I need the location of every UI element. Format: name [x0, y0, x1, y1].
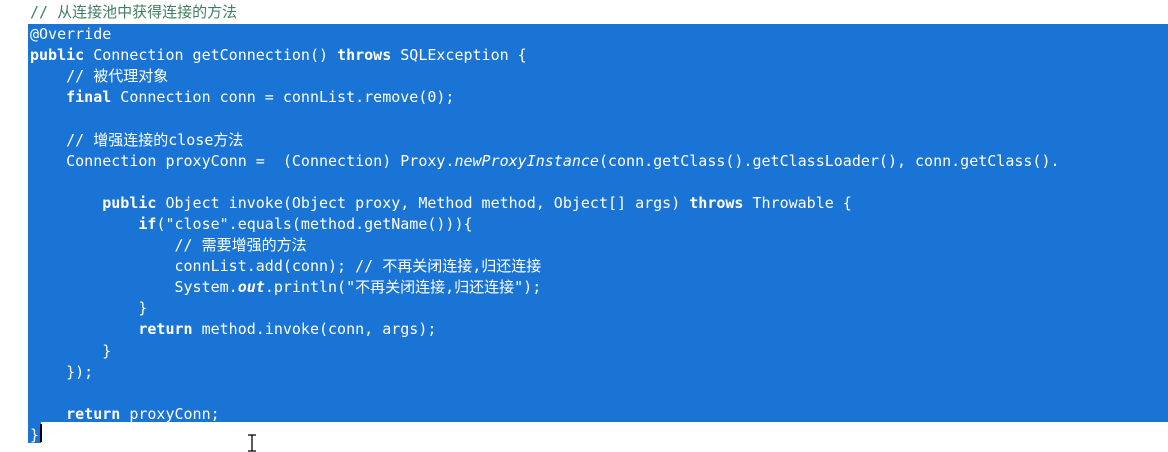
- code-token: // 需要增强的方法: [30, 236, 307, 254]
- code-token: return: [66, 404, 121, 423]
- code-line: }: [30, 298, 147, 319]
- code-token: newProxyInstance: [454, 151, 599, 170]
- code-line: System.out.println("不再关闭连接,归还连接");: [30, 277, 541, 298]
- code-token: System.: [30, 278, 238, 297]
- code-token: public: [102, 193, 157, 212]
- code-token: .println("不再关闭连接,归还连接");: [264, 278, 542, 297]
- code-line: Connection proxyConn = (Connection) Prox…: [30, 151, 1060, 172]
- code-line: public Object invoke(Object proxy, Metho…: [30, 193, 852, 214]
- code-token: }: [30, 425, 40, 444]
- code-line: final Connection conn = connList.remove(…: [30, 87, 454, 108]
- code-line: // 被代理对象: [30, 66, 168, 87]
- code-line: return method.invoke(conn, args);: [30, 319, 436, 340]
- code-token: throws: [337, 46, 392, 65]
- code-token: method.invoke(conn, args);: [192, 320, 437, 339]
- header-comment-line: // 从连接池中获得连接的方法: [30, 3, 238, 21]
- code-token: });: [30, 362, 94, 381]
- code-token: proxyConn;: [120, 404, 220, 423]
- code-token: Connection getConnection(): [84, 46, 338, 65]
- code-token: Throwable {: [743, 193, 852, 212]
- code-line: // 需要增强的方法: [30, 235, 307, 256]
- code-editor[interactable]: // 从连接池中获得连接的方法 @Override public Connecti…: [0, 0, 1168, 452]
- code-token: }: [30, 299, 148, 318]
- code-token: out: [237, 278, 265, 297]
- code-token: if: [138, 214, 157, 233]
- code-token: ("close".equals(method.getName())){: [156, 214, 473, 233]
- code-token: Connection proxyConn = (Connection) Prox…: [30, 151, 455, 170]
- code-token: // 被代理对象: [30, 67, 169, 86]
- code-line: @Override: [30, 24, 111, 45]
- code-token: (conn.getClass().getClassLoader(), conn.…: [598, 151, 1060, 170]
- code-line: }: [30, 341, 111, 362]
- code-token: public: [30, 46, 85, 65]
- code-token: @Override: [30, 25, 112, 43]
- code-token: connList.add(conn); // 不再关闭连接,归还连接: [30, 257, 542, 276]
- ibeam-cursor-icon: [248, 434, 256, 452]
- code-token: return: [138, 320, 193, 339]
- text-caret: [40, 424, 42, 442]
- code-token: Object invoke(Object proxy, Method metho…: [156, 193, 690, 212]
- code-token: SQLException {: [391, 46, 527, 65]
- code-line: public Connection getConnection() throws…: [30, 45, 527, 66]
- code-token: }: [30, 341, 112, 360]
- code-line: return proxyConn;: [30, 404, 220, 425]
- code-line: }: [30, 425, 39, 446]
- code-line: if("close".equals(method.getName())){: [30, 214, 473, 235]
- code-token: // 增强连接的close方法: [30, 130, 244, 149]
- code-token: throws: [689, 193, 744, 212]
- code-line: // 增强连接的close方法: [30, 130, 243, 151]
- code-token: Connection conn = connList.remove(0);: [111, 88, 455, 107]
- code-line: connList.add(conn); // 不再关闭连接,归还连接: [30, 256, 541, 277]
- code-line: });: [30, 362, 93, 383]
- code-token: final: [66, 88, 112, 107]
